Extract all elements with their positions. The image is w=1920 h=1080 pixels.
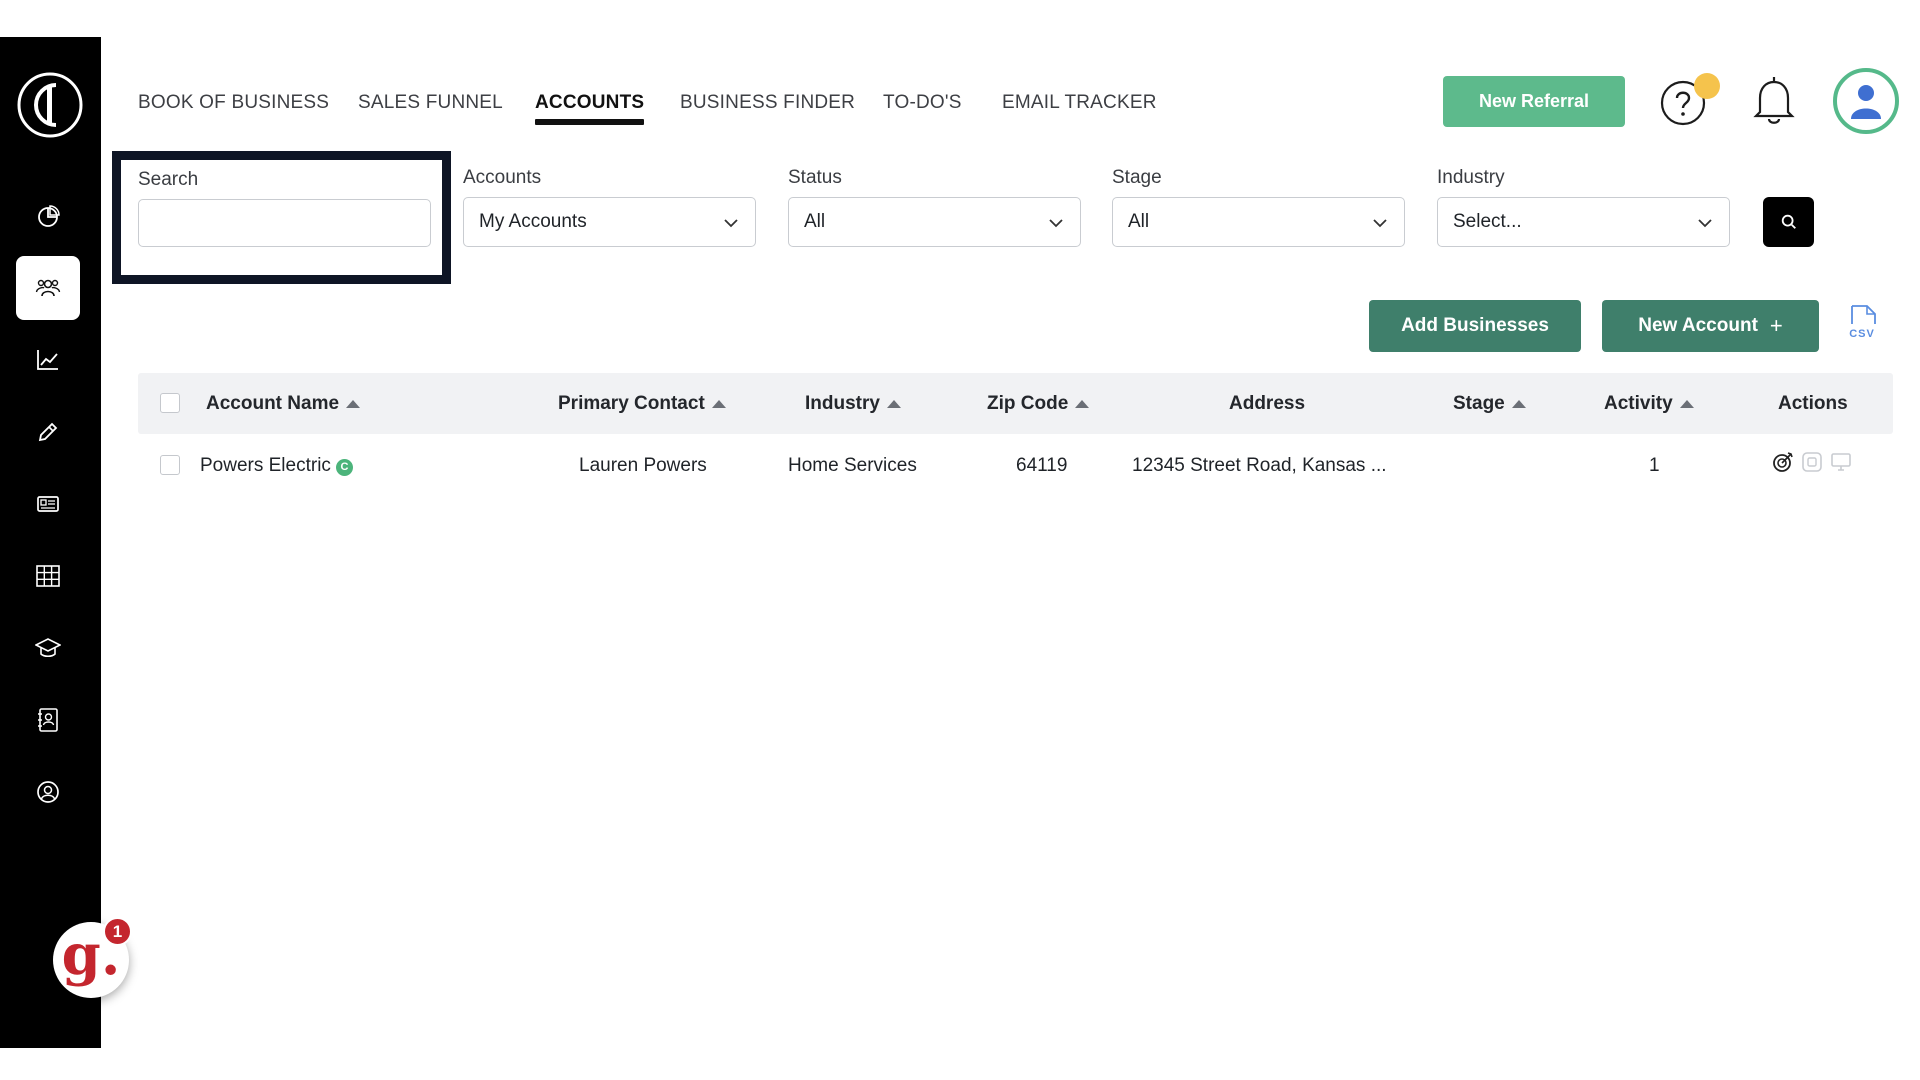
column-label: Primary Contact <box>558 393 705 414</box>
new-account-button[interactable]: New Account + <box>1602 300 1819 352</box>
customer-badge: C <box>335 458 353 476</box>
sidebar-item-profile[interactable] <box>16 760 80 824</box>
address-cell: 12345 Street Road, Kansas ... <box>1132 455 1387 476</box>
brand-logo[interactable] <box>16 71 84 139</box>
sort-asc-icon <box>1511 400 1526 408</box>
column-primary-contact[interactable]: Primary Contact <box>558 393 726 415</box>
trending-chart-icon <box>37 350 58 370</box>
tab-email-tracker[interactable]: EMAIL TRACKER <box>1002 92 1157 114</box>
zip-code-cell: 64119 <box>1016 455 1068 476</box>
column-industry[interactable]: Industry <box>805 393 901 415</box>
tab-accounts[interactable]: ACCOUNTS <box>535 92 644 114</box>
search-icon <box>1781 214 1796 229</box>
status-filter-label: Status <box>788 167 842 188</box>
sidebar-item-dashboard[interactable] <box>16 184 80 248</box>
column-account-name[interactable]: Account Name <box>206 393 361 415</box>
user-icon <box>1851 85 1881 119</box>
activity-cell: 1 <box>1649 455 1660 476</box>
column-label: Industry <box>805 393 880 414</box>
accounts-select-value: My Accounts <box>479 211 587 232</box>
column-label: Zip Code <box>987 393 1069 414</box>
csv-export-icon[interactable]: CSV <box>1845 304 1879 342</box>
app-page: g. 1 BOOK OF BUSINESS SALES FUNNEL ACCOU… <box>0 0 1920 1080</box>
sidebar-item-edit[interactable] <box>16 400 80 464</box>
contact-book-icon <box>38 708 58 732</box>
stage-select[interactable]: All <box>1112 197 1405 247</box>
select-all-checkbox[interactable] <box>160 393 180 413</box>
sidebar <box>0 37 101 1048</box>
column-label: Actions <box>1778 393 1848 414</box>
plus-icon: + <box>1769 313 1783 338</box>
target-icon[interactable] <box>1772 451 1794 473</box>
industry-cell: Home Services <box>788 455 917 476</box>
tab-sales-funnel[interactable]: SALES FUNNEL <box>358 92 503 114</box>
primary-contact-cell: Lauren Powers <box>579 455 707 476</box>
chevron-down-icon <box>1049 219 1063 228</box>
monitor-icon[interactable] <box>1830 451 1852 473</box>
accounts-select[interactable]: My Accounts <box>463 197 756 247</box>
column-activity[interactable]: Activity <box>1604 393 1694 415</box>
search-button[interactable] <box>1763 197 1814 247</box>
notification-dot <box>1694 73 1720 99</box>
graduation-cap-icon <box>35 638 61 658</box>
account-name-cell[interactable]: Powers Electric C <box>200 455 353 477</box>
tab-book-of-business[interactable]: BOOK OF BUSINESS <box>138 92 329 114</box>
pie-chart-icon <box>38 205 60 227</box>
accounts-filter-label: Accounts <box>463 167 542 188</box>
status-select-value: All <box>804 211 826 232</box>
sidebar-item-accounts[interactable] <box>16 256 80 320</box>
sort-asc-icon <box>1679 400 1694 408</box>
column-zip-code[interactable]: Zip Code <box>987 393 1090 415</box>
sidebar-item-contacts[interactable] <box>16 688 80 752</box>
chevron-down-icon <box>1698 219 1712 228</box>
tab-business-finder[interactable]: BUSINESS FINDER <box>680 92 855 114</box>
column-actions: Actions <box>1778 393 1848 415</box>
new-account-label: New Account <box>1638 315 1758 336</box>
search-label: Search <box>138 169 199 190</box>
csv-label: CSV <box>1849 328 1875 340</box>
industry-select-value: Select... <box>1453 211 1522 232</box>
sidebar-item-learning[interactable] <box>16 616 80 680</box>
users-icon <box>35 279 61 297</box>
pencil-icon <box>38 422 58 442</box>
chat-widget-badge: 1 <box>103 917 132 946</box>
column-label: Activity <box>1604 393 1673 414</box>
new-referral-button[interactable]: New Referral <box>1443 76 1625 127</box>
add-businesses-label: Add Businesses <box>1401 315 1549 336</box>
column-label: Address <box>1229 393 1306 414</box>
column-label: Account Name <box>206 393 340 414</box>
newspaper-icon <box>37 496 59 512</box>
sort-asc-icon <box>1075 400 1090 408</box>
tab-todos[interactable]: TO-DO'S <box>883 92 962 114</box>
sort-asc-icon <box>711 400 726 408</box>
stop-icon[interactable] <box>1801 451 1823 473</box>
user-avatar[interactable] <box>1833 68 1899 134</box>
column-stage[interactable]: Stage <box>1453 393 1526 415</box>
active-tab-indicator <box>535 119 644 125</box>
bell-icon[interactable] <box>1750 74 1798 126</box>
search-input[interactable] <box>138 199 431 247</box>
row-checkbox[interactable] <box>160 455 180 475</box>
sidebar-item-grid[interactable] <box>16 544 80 608</box>
sidebar-item-news[interactable] <box>16 472 80 536</box>
sidebar-item-analytics[interactable] <box>16 328 80 392</box>
stage-select-value: All <box>1128 211 1150 232</box>
industry-select[interactable]: Select... <box>1437 197 1730 247</box>
account-name-link[interactable]: Powers Electric <box>200 455 331 476</box>
column-label: Stage <box>1453 393 1505 414</box>
stage-filter-label: Stage <box>1112 167 1162 188</box>
sort-asc-icon <box>886 400 901 408</box>
chevron-down-icon <box>724 219 738 228</box>
add-businesses-button[interactable]: Add Businesses <box>1369 300 1581 352</box>
grid-table-icon <box>36 565 60 587</box>
column-address: Address <box>1229 393 1305 415</box>
status-select[interactable]: All <box>788 197 1081 247</box>
industry-filter-label: Industry <box>1437 167 1505 188</box>
chevron-down-icon <box>1373 219 1387 228</box>
user-circle-icon <box>37 781 59 803</box>
sort-asc-icon <box>346 400 361 408</box>
